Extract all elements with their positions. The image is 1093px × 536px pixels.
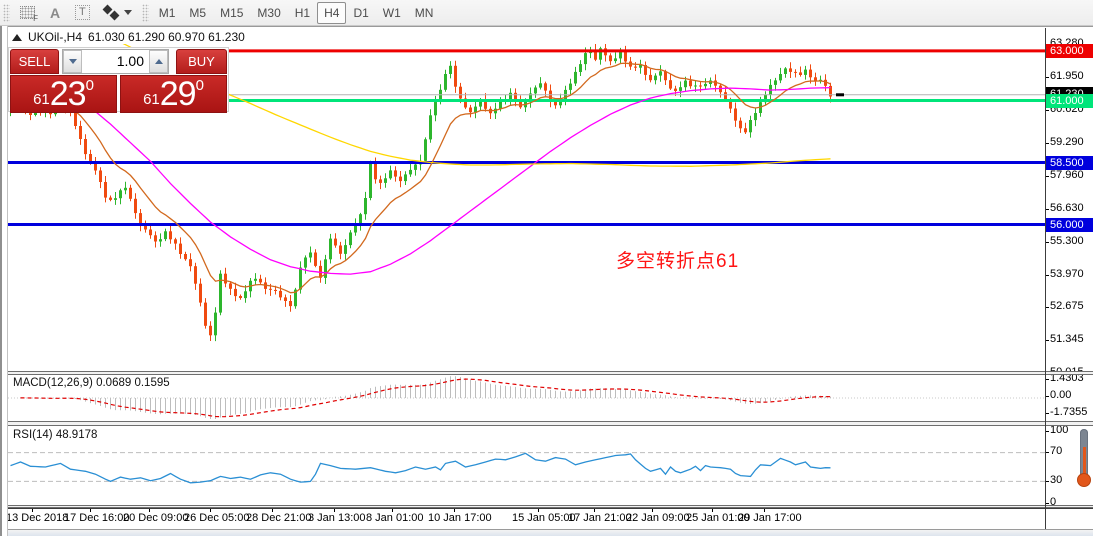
one-click-trade-panel: SELL 1.00 BUY 61 23 0 61 29 0	[8, 47, 229, 113]
pane-splitter-macd[interactable]	[0, 371, 1093, 375]
text-box-tool-button[interactable]: T	[68, 2, 97, 24]
triangle-up-icon	[154, 59, 163, 64]
toolbar-grip[interactable]	[3, 3, 10, 22]
timeframe-m5[interactable]: M5	[182, 2, 213, 24]
triangle-down-icon	[68, 59, 77, 64]
volume-stepper: 1.00	[62, 49, 169, 74]
volume-decrease-button[interactable]	[63, 50, 82, 73]
buy-price-display[interactable]: 61 29 0	[120, 75, 227, 113]
ohlc-readout: 61.030 61.290 60.970 61.230	[88, 30, 245, 44]
timeframe-mn[interactable]: MN	[408, 2, 441, 24]
sell-button[interactable]: SELL	[10, 49, 59, 74]
text-box-icon: T	[75, 5, 90, 20]
buy-price-point: 0	[195, 77, 204, 94]
window-left-border	[0, 26, 8, 536]
chevron-down-icon	[123, 10, 132, 15]
status-bar	[0, 530, 1093, 536]
price-axis-border	[1045, 28, 1046, 530]
timeframe-d1[interactable]: D1	[346, 2, 375, 24]
template-grid-icon: F	[20, 6, 38, 23]
timeframe-w1[interactable]: W1	[376, 2, 408, 24]
timeframe-h1[interactable]: H1	[288, 2, 317, 24]
timeframe-h4[interactable]: H4	[317, 1, 347, 24]
mt4-terminal: { "toolbar": { "icon_labels": { "grid_su…	[0, 0, 1093, 536]
chart-title: UKOil-,H4 61.030 61.290 60.970 61.230	[12, 30, 245, 44]
timeframe-m30[interactable]: M30	[250, 2, 287, 24]
sell-price-display[interactable]: 61 23 0	[10, 75, 117, 113]
timeframe-m15[interactable]: M15	[213, 2, 250, 24]
volume-input[interactable]: 1.00	[82, 50, 149, 73]
toolbar: F A T M1 M5 M15 M30 H1 H4 D1 W1 MN	[0, 0, 1093, 26]
timeframe-m1[interactable]: M1	[152, 2, 183, 24]
symbol-title: UKOil-,H4	[28, 30, 83, 44]
diamonds-icon	[104, 6, 120, 20]
collapse-arrow-icon[interactable]	[12, 33, 22, 41]
buy-price-pips: 29	[159, 75, 197, 114]
time-axis-border	[0, 508, 1093, 509]
cursor-mode-button[interactable]	[97, 2, 139, 24]
buy-price-prefix: 61	[143, 91, 160, 108]
sell-price-pips: 23	[49, 75, 87, 114]
text-label-icon: A	[49, 4, 61, 21]
sell-price-prefix: 61	[33, 91, 50, 108]
template-button[interactable]: F	[13, 2, 42, 24]
volume-increase-button[interactable]	[149, 50, 168, 73]
pane-splitter-rsi[interactable]	[0, 421, 1093, 426]
text-label-tool-button[interactable]: A	[42, 2, 68, 24]
toolbar-grip-2[interactable]	[141, 3, 149, 22]
sell-price-point: 0	[85, 77, 94, 94]
buy-button[interactable]: BUY	[176, 49, 227, 74]
